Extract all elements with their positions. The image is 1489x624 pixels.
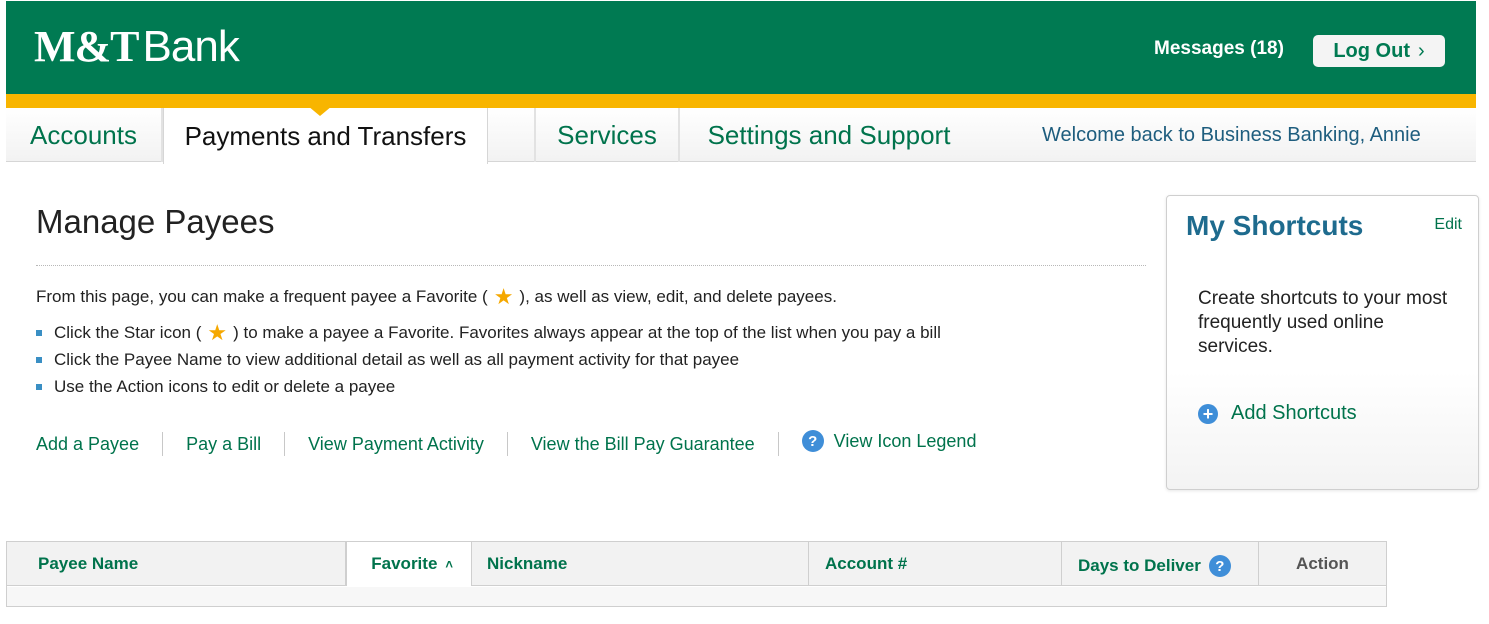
payee-name-header-label: Payee Name <box>38 554 139 573</box>
title-divider <box>36 265 1146 266</box>
mt-bank-logo[interactable]: M&TBank <box>34 21 240 72</box>
column-header-payee-name[interactable]: Payee Name <box>7 542 346 586</box>
list-item: Click the Star icon (★) to make a payee … <box>36 319 941 346</box>
welcome-message: Welcome back to Business Banking, Annie <box>1042 124 1421 146</box>
bullet-3-text: Use the Action icons to edit or delete a… <box>54 376 396 396</box>
column-header-days-to-deliver[interactable]: Days to Deliver ? <box>1062 542 1259 586</box>
star-icon: ★ <box>207 319 228 345</box>
account-header-label: Account # <box>825 554 908 573</box>
tab-spacer <box>488 108 536 162</box>
action-header-label: Action <box>1296 554 1349 573</box>
page-title: Manage Payees <box>36 203 275 240</box>
shortcuts-description: Create shortcuts to your most frequently… <box>1198 288 1448 357</box>
table-row <box>7 587 1386 606</box>
column-header-nickname[interactable]: Nickname <box>472 542 809 586</box>
list-item: Use the Action icons to edit or delete a… <box>36 373 941 400</box>
tab-accounts[interactable]: Accounts <box>6 108 163 162</box>
bullet-icon <box>36 356 42 363</box>
tab-settings-and-support[interactable]: Settings and Support <box>680 108 978 162</box>
table-header: Payee Name Favorite ˄ Nickname Account #… <box>7 542 1386 586</box>
bullet-1-before: Click the Star icon ( <box>54 322 202 342</box>
site-header: M&TBank Messages (18) Log Out › <box>6 1 1476 96</box>
column-header-favorite[interactable]: Favorite ˄ <box>346 542 472 586</box>
bullet-icon <box>36 383 42 390</box>
payees-table: Payee Name Favorite ˄ Nickname Account #… <box>6 541 1387 607</box>
tab-accounts-label: Accounts <box>30 119 137 150</box>
link-divider <box>506 432 508 456</box>
list-item: Click the Payee Name to view additional … <box>36 346 941 373</box>
bullet-icon <box>36 329 42 336</box>
link-divider <box>777 432 779 456</box>
messages-link[interactable]: Messages (18) <box>1154 38 1284 60</box>
chevron-right-icon: › <box>1417 39 1425 62</box>
intro-before: From this page, you can make a frequent … <box>36 287 488 306</box>
view-payment-activity-link[interactable]: View Payment Activity <box>308 434 484 455</box>
column-header-account-number[interactable]: Account # <box>809 542 1062 586</box>
days-header-label: Days to Deliver <box>1078 556 1201 575</box>
tab-settings-label: Settings and Support <box>707 119 951 150</box>
bullet-1-after: ) to make a payee a Favorite. Favorites … <box>233 322 941 342</box>
logout-label: Log Out <box>1333 39 1410 62</box>
add-shortcuts-label: Add Shortcuts <box>1231 402 1357 424</box>
add-payee-link[interactable]: Add a Payee <box>36 434 139 455</box>
shortcuts-edit-link[interactable]: Edit <box>1434 216 1462 234</box>
favorite-header-label: Favorite <box>371 554 438 573</box>
nickname-header-label: Nickname <box>487 554 568 573</box>
intro-after: ), as well as view, edit, and delete pay… <box>519 287 837 306</box>
bullet-2-text: Click the Payee Name to view additional … <box>54 349 740 369</box>
add-shortcuts-button[interactable]: + Add Shortcuts <box>1198 402 1357 425</box>
logo-mt: M&T <box>34 22 140 71</box>
pay-bill-link[interactable]: Pay a Bill <box>186 434 261 455</box>
shortcuts-title: My Shortcuts <box>1186 210 1364 241</box>
star-icon: ★ <box>493 284 514 309</box>
caret-up-icon: ˄ <box>445 556 453 572</box>
intro-text: From this page, you can make a frequent … <box>36 284 837 310</box>
active-tab-pointer <box>308 106 332 116</box>
tab-payments-label: Payments and Transfers <box>184 120 467 151</box>
tab-payments-and-transfers[interactable]: Payments and Transfers <box>163 108 488 164</box>
plus-circle-icon: + <box>1198 403 1218 424</box>
tab-services[interactable]: Services <box>536 108 680 162</box>
icon-legend-link[interactable]: ? View Icon Legend <box>801 430 977 452</box>
action-links: Add a Payee Pay a Bill View Payment Acti… <box>36 430 977 456</box>
column-header-action: Action <box>1259 542 1386 586</box>
logout-button[interactable]: Log Out › <box>1313 35 1445 67</box>
link-divider <box>162 432 164 456</box>
accent-bar <box>6 94 1476 108</box>
bill-pay-guarantee-link[interactable]: View the Bill Pay Guarantee <box>531 434 755 455</box>
link-divider <box>284 432 286 456</box>
question-circle-icon[interactable]: ? <box>1208 555 1231 577</box>
view-icon-legend-label[interactable]: View Icon Legend <box>834 431 977 452</box>
tab-services-label: Services <box>557 119 657 150</box>
my-shortcuts-panel: My Shortcuts Edit Create shortcuts to yo… <box>1166 195 1479 490</box>
question-circle-icon: ? <box>801 430 824 452</box>
logo-bank: Bank <box>142 22 240 71</box>
instruction-list: Click the Star icon (★) to make a payee … <box>36 319 941 400</box>
